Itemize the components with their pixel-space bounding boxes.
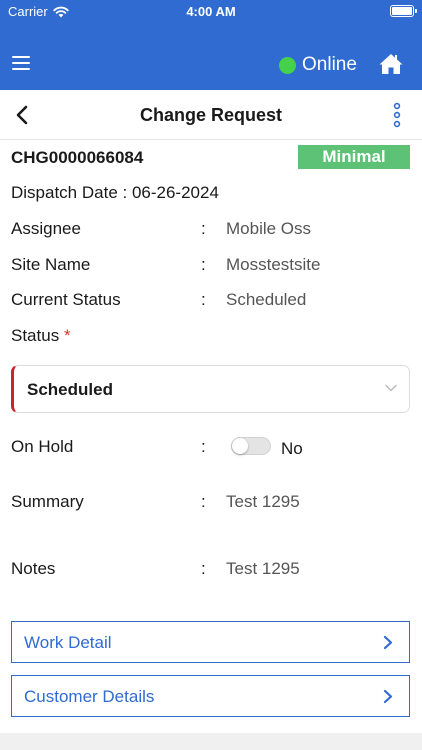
summary-label: Summary [11,492,84,511]
more-options-icon[interactable] [390,102,404,128]
clock: 4:00 AM [186,4,236,19]
page-navbar: Change Request [0,90,422,140]
change-request-id: CHG0000066084 [11,148,144,167]
bottom-safe-area [0,733,422,750]
summary-value: Test 1295 [226,492,300,511]
customer-details-button[interactable]: Customer Details [11,675,410,717]
connection-label: Online [302,54,357,75]
required-marker: * [63,326,71,345]
work-detail-button[interactable]: Work Detail [11,621,410,663]
home-icon[interactable] [378,52,404,76]
assignee-value: Mobile Oss [226,219,312,238]
on-hold-label: On Hold [11,437,74,456]
online-indicator-icon [279,56,296,74]
status-dropdown-value: Scheduled [27,380,113,399]
customer-details-label: Customer Details [24,687,155,706]
page-title: Change Request [139,105,283,125]
notes-value: Test 1295 [226,559,300,578]
notes-label: Notes [11,559,56,578]
status-label: Status [11,326,60,345]
status-dropdown[interactable]: Scheduled [11,365,410,413]
assignee-label: Assignee [11,219,81,238]
chevron-right-icon [383,635,393,650]
current-status-separator: : [201,290,206,309]
status-field-label: Status * [11,326,71,346]
notes-separator: : [201,559,206,578]
on-hold-separator: : [201,437,206,456]
current-status-label: Current Status [11,290,121,309]
dispatch-date: Dispatch Date : 06-26-2024 [11,183,219,202]
site-name-value: Mosstestsite [226,255,321,274]
chevron-down-icon [385,384,397,392]
on-hold-toggle[interactable] [231,437,271,455]
battery-icon [390,5,417,17]
work-detail-label: Work Detail [24,633,112,652]
assignee-separator: : [201,219,206,238]
priority-badge: Minimal [298,145,410,169]
site-name-label: Site Name [11,255,91,274]
site-name-separator: : [201,255,206,274]
chevron-right-icon [383,689,393,704]
status-bar: Carrier 4:00 AM [0,0,422,24]
connection-status: Online [279,54,357,76]
app-header: Online [0,24,422,90]
hamburger-menu-icon[interactable] [12,56,30,70]
summary-separator: : [201,492,206,511]
on-hold-value: No [281,439,303,458]
toggle-knob [232,438,248,454]
current-status-value: Scheduled [226,290,307,309]
